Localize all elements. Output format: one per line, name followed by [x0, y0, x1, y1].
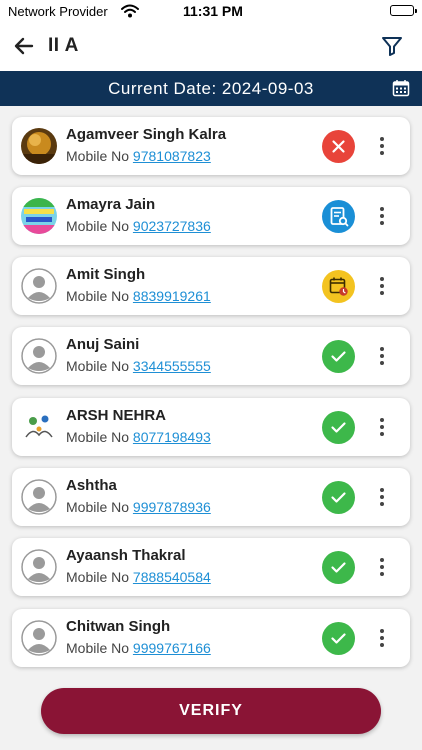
student-name: Ashtha	[66, 477, 117, 494]
more-options-icon[interactable]	[374, 486, 390, 508]
student-card[interactable]: Amit Singh Mobile No 8839919261	[12, 257, 410, 315]
verified-check-icon[interactable]	[322, 551, 355, 584]
student-name: Agamveer Singh Kalra	[66, 126, 227, 143]
mobile-row: Mobile No 8077198493	[66, 429, 211, 445]
mobile-row: Mobile No 3344555555	[66, 358, 211, 374]
mobile-label: Mobile No	[66, 499, 130, 515]
current-date-bar: Current Date: 2024-09-03	[0, 71, 422, 106]
phone-link[interactable]: 9997878936	[133, 499, 211, 515]
more-options-icon[interactable]	[374, 627, 390, 649]
mobile-label: Mobile No	[66, 358, 130, 374]
more-options-icon[interactable]	[374, 135, 390, 157]
phone-link[interactable]: 9023727836	[133, 218, 211, 234]
carrier-label: Network Provider	[8, 4, 108, 19]
phone-link[interactable]: 8077198493	[133, 429, 211, 445]
default-avatar-icon	[21, 268, 57, 304]
student-card[interactable]: Ashtha Mobile No 9997878936	[12, 468, 410, 526]
calendar-icon[interactable]	[392, 79, 410, 97]
verified-check-icon[interactable]	[322, 411, 355, 444]
review-document-status-icon[interactable]	[322, 200, 355, 233]
mobile-row: Mobile No 7888540584	[66, 569, 211, 585]
current-date-label: Current Date: 2024-09-03	[108, 79, 314, 98]
wifi-icon	[121, 4, 139, 23]
mobile-row: Mobile No 9023727836	[66, 218, 211, 234]
mobile-label: Mobile No	[66, 640, 130, 656]
student-name: Anuj Saini	[66, 336, 140, 353]
page-title: II A	[48, 35, 79, 56]
student-card[interactable]: Anuj Saini Mobile No 3344555555	[12, 327, 410, 385]
mobile-row: Mobile No 8839919261	[66, 288, 211, 304]
app-bar: II A	[0, 22, 422, 71]
student-photo-avatar	[21, 128, 57, 164]
mobile-label: Mobile No	[66, 148, 130, 164]
more-options-icon[interactable]	[374, 275, 390, 297]
phone-link[interactable]: 8839919261	[133, 288, 211, 304]
default-avatar-icon	[21, 620, 57, 656]
phone-link[interactable]: 3344555555	[133, 358, 211, 374]
mobile-row: Mobile No 9997878936	[66, 499, 211, 515]
default-avatar-icon	[21, 549, 57, 585]
mobile-label: Mobile No	[66, 218, 130, 234]
student-card[interactable]: Amayra Jain Mobile No 9023727836	[12, 187, 410, 245]
student-card[interactable]: Ayaansh Thakral Mobile No 7888540584	[12, 538, 410, 596]
mobile-label: Mobile No	[66, 288, 130, 304]
default-avatar-icon	[21, 338, 57, 374]
verified-check-icon[interactable]	[322, 481, 355, 514]
student-name: Amayra Jain	[66, 196, 156, 213]
student-name: Chitwan Singh	[66, 618, 171, 635]
phone-link[interactable]: 9781087823	[133, 148, 211, 164]
student-list: Agamveer Singh Kalra Mobile No 978108782…	[0, 106, 422, 672]
verified-check-icon[interactable]	[322, 622, 355, 655]
mobile-row: Mobile No 9781087823	[66, 148, 211, 164]
clock-time: 11:31 PM	[183, 3, 243, 19]
student-card[interactable]: ARSH NEHRA Mobile No 8077198493	[12, 398, 410, 456]
pending-calendar-status-icon[interactable]	[322, 270, 355, 303]
student-photo-avatar	[21, 198, 57, 234]
student-name: Ayaansh Thakral	[66, 547, 186, 564]
phone-link[interactable]: 9999767166	[133, 640, 211, 656]
more-options-icon[interactable]	[374, 416, 390, 438]
student-name: ARSH NEHRA	[66, 407, 167, 424]
default-avatar-icon	[21, 479, 57, 515]
rejected-status-icon[interactable]	[322, 130, 355, 163]
verified-check-icon[interactable]	[322, 340, 355, 373]
student-name: Amit Singh	[66, 266, 146, 283]
student-card[interactable]: Chitwan Singh Mobile No 9999767166	[12, 609, 410, 667]
verify-button[interactable]: VERIFY	[41, 688, 381, 734]
mobile-row: Mobile No 9999767166	[66, 640, 211, 656]
mobile-label: Mobile No	[66, 569, 130, 585]
phone-link[interactable]: 7888540584	[133, 569, 211, 585]
more-options-icon[interactable]	[374, 345, 390, 367]
footer: VERIFY	[0, 672, 422, 750]
back-arrow-icon[interactable]	[12, 34, 36, 58]
more-options-icon[interactable]	[374, 556, 390, 578]
battery-icon	[390, 5, 417, 16]
student-card[interactable]: Agamveer Singh Kalra Mobile No 978108782…	[12, 117, 410, 175]
mobile-label: Mobile No	[66, 429, 130, 445]
more-options-icon[interactable]	[374, 205, 390, 227]
student-photo-avatar	[21, 409, 57, 445]
status-bar: Network Provider 11:31 PM	[0, 0, 422, 22]
filter-icon[interactable]	[380, 34, 404, 58]
